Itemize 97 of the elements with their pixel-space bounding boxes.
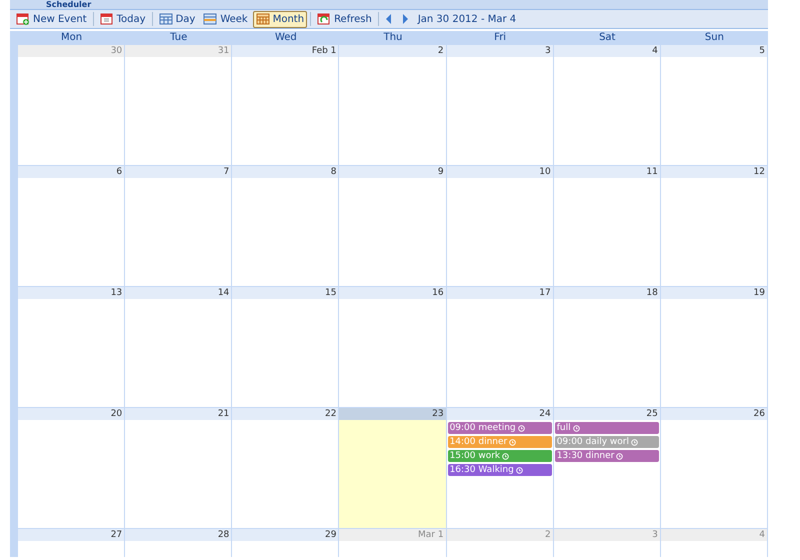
day-cell[interactable]: 28: [125, 528, 232, 557]
day-number: 5: [660, 45, 767, 57]
day-number: 10: [446, 166, 553, 178]
day-cell[interactable]: 17: [446, 286, 554, 407]
weekday-header: Tue: [169, 31, 188, 44]
day-number: 18: [554, 287, 660, 299]
day-number: 2: [446, 529, 553, 541]
day-number: 31: [125, 45, 232, 57]
day-number: 29: [232, 529, 338, 541]
day-number: 16: [339, 287, 446, 299]
day-cell[interactable]: 5: [660, 44, 768, 165]
day-cell[interactable]: 20: [18, 407, 126, 528]
day-number: 19: [660, 287, 767, 299]
calendar-refresh-icon: [317, 12, 332, 26]
day-number: 4: [660, 529, 767, 541]
toolbar-button[interactable]: New Event: [13, 10, 90, 28]
day-cell[interactable]: 25 full 09:00 daily worl 13:30 dinner: [554, 407, 661, 528]
day-cell[interactable]: 14: [125, 286, 232, 407]
day-number: 9: [339, 166, 446, 178]
alarm-clock-icon: [616, 452, 624, 460]
day-cell[interactable]: 29: [232, 528, 340, 557]
day-cell[interactable]: 11: [554, 165, 661, 286]
day-number: 24: [446, 408, 553, 420]
calendar-grid-icon: [203, 12, 218, 26]
day-cell[interactable]: 13: [18, 286, 126, 407]
day-cell[interactable]: 16: [339, 286, 447, 407]
calendar-plus-icon: [16, 12, 30, 26]
alarm-clock-icon: [630, 438, 638, 446]
toolbar-button[interactable]: Month: [252, 10, 308, 28]
calendar-grid-icon: [158, 12, 173, 26]
day-number: 22: [232, 408, 338, 420]
alarm-clock-icon: [516, 466, 523, 474]
day-number: 28: [125, 529, 232, 541]
day-cell[interactable]: 26: [660, 407, 768, 528]
previous-arrow-icon[interactable]: [384, 13, 394, 25]
toolbar-button[interactable]: Week: [200, 10, 251, 28]
day-number: 27: [18, 529, 124, 541]
calendar-grid-icon: [256, 12, 270, 26]
weekday-header: Sun: [704, 31, 725, 44]
day-cell[interactable]: 10: [446, 165, 554, 286]
day-number: 6: [18, 166, 124, 178]
event-item[interactable]: 16:30 Walking: [448, 464, 552, 476]
window-title: Scheduler: [46, 0, 92, 9]
toolbar-button[interactable]: Day: [156, 10, 198, 28]
day-number: 3: [446, 45, 553, 57]
day-cell[interactable]: 19: [660, 286, 768, 407]
day-number: 7: [125, 166, 232, 178]
weekday-header: Wed: [274, 31, 298, 44]
weekday-header: Fri: [493, 31, 508, 44]
toolbar-button[interactable]: Refresh: [314, 10, 375, 28]
alarm-clock-icon: [509, 438, 516, 446]
day-cell[interactable]: 3: [446, 44, 554, 165]
event-item[interactable]: full: [554, 422, 659, 434]
day-number: 17: [446, 287, 553, 299]
day-number: 25: [554, 408, 660, 420]
toolbar-button[interactable]: Today: [96, 10, 149, 28]
weekday-header: Sat: [598, 31, 616, 44]
day-cell[interactable]: 4: [554, 44, 661, 165]
date-range: Jan 30 2012 - Mar 4: [418, 12, 516, 26]
day-number: 21: [125, 408, 232, 420]
day-number: 15: [232, 287, 338, 299]
day-number: 20: [18, 408, 124, 420]
day-cell[interactable]: 6: [18, 165, 126, 286]
day-cell[interactable]: Feb 1: [232, 44, 340, 165]
day-cell[interactable]: 22: [232, 407, 340, 528]
day-cell[interactable]: 8: [232, 165, 340, 286]
event-item[interactable]: 09:00 meeting: [448, 422, 552, 434]
day-cell[interactable]: 18: [554, 286, 661, 407]
day-cell[interactable]: 15: [232, 286, 340, 407]
day-cell[interactable]: 12: [660, 165, 768, 286]
alarm-clock-icon: [518, 424, 525, 432]
day-cell[interactable]: 21: [125, 407, 232, 528]
day-number: 2: [339, 45, 446, 57]
day-number: 26: [660, 408, 767, 420]
event-item[interactable]: 13:30 dinner: [554, 450, 659, 462]
day-number: 23: [339, 408, 446, 420]
alarm-clock-icon: [502, 452, 510, 460]
weekday-header: Mon: [60, 31, 84, 44]
day-number: 8: [232, 166, 338, 178]
day-cell[interactable]: 2: [339, 44, 447, 165]
day-cell[interactable]: 27: [18, 528, 126, 557]
day-number: 14: [125, 287, 232, 299]
day-number: 3: [554, 529, 660, 541]
day-cell[interactable]: 24 09:00 meeting 14:00 dinner 15:00 work 16:30 Walking: [446, 407, 554, 528]
day-cell[interactable]: 7: [125, 165, 232, 286]
calendar-icon: [100, 12, 114, 26]
day-number: 30: [18, 45, 124, 57]
day-number: Feb 1: [232, 45, 338, 57]
day-cell[interactable]: 9: [339, 165, 447, 286]
day-number: 13: [18, 287, 124, 299]
day-cell[interactable]: 23: [339, 407, 447, 528]
alarm-clock-icon: [572, 424, 580, 432]
weekday-header: Thu: [382, 31, 404, 44]
day-number: 4: [554, 45, 660, 57]
day-number: 12: [660, 166, 767, 178]
day-number: 11: [554, 166, 660, 178]
day-number: Mar 1: [339, 529, 446, 541]
